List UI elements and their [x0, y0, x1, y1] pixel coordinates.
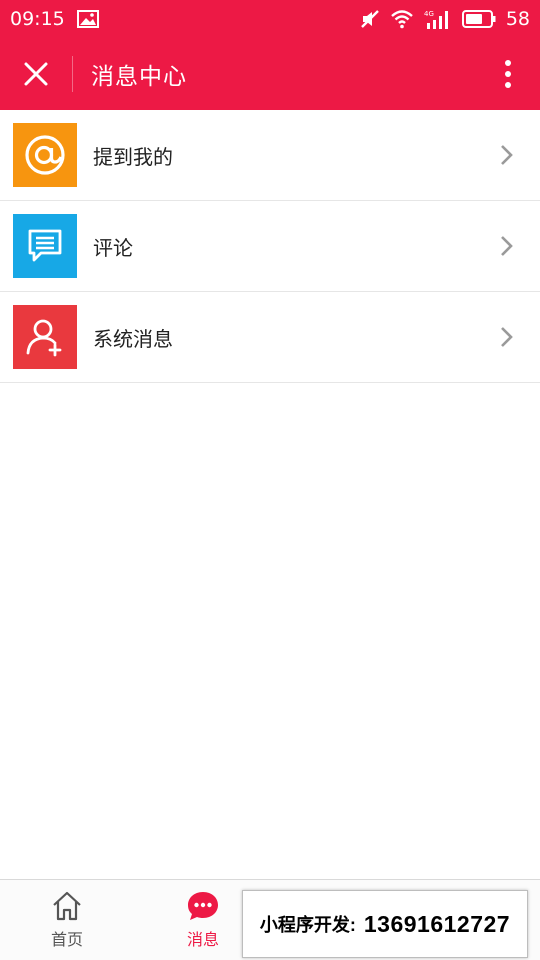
list-item-label: 系统消息: [93, 326, 173, 351]
status-time: 09:15: [10, 8, 65, 30]
list-item-label: 评论: [93, 235, 133, 260]
screen: 09:15 4G 58 消息中心 提到我的 评论 系统消息 首页 消息 小程序开…: [0, 0, 540, 960]
battery-level: 58: [505, 8, 530, 30]
more-vertical-icon: [505, 60, 511, 88]
list-item-system[interactable]: 系统消息: [0, 292, 540, 383]
status-right: 4G 58: [360, 8, 530, 30]
comments-icon-tile: [13, 214, 77, 278]
close-button[interactable]: [0, 38, 72, 110]
list-item-label: 提到我的: [93, 144, 173, 169]
promo-label: 小程序开发:: [259, 915, 356, 935]
tab-label: 消息: [186, 930, 219, 949]
status-left: 09:15: [10, 8, 99, 30]
home-icon: [53, 891, 81, 921]
signal-icon: 4G: [424, 8, 452, 30]
system-icon-tile: [13, 305, 77, 369]
wifi-icon: [390, 9, 414, 29]
list-item-comments[interactable]: 评论: [0, 201, 540, 292]
image-notification-icon: [76, 10, 99, 28]
page-title: 消息中心: [91, 64, 187, 90]
battery-icon: [461, 10, 496, 28]
tab-home[interactable]: 首页: [2, 880, 132, 960]
network-type: 4G: [424, 10, 434, 18]
chevron-right-icon: [500, 235, 514, 257]
comment-icon: [28, 229, 62, 262]
list-item-mentions[interactable]: 提到我的: [0, 110, 540, 201]
chevron-right-icon: [500, 326, 514, 348]
more-button[interactable]: [476, 38, 540, 110]
close-icon: [24, 62, 48, 86]
chevron-right-icon: [500, 144, 514, 166]
at-icon: [25, 135, 65, 175]
message-list: 提到我的 评论 系统消息: [0, 110, 540, 383]
mute-icon: [360, 9, 380, 29]
user-add-icon: [26, 319, 62, 357]
title-divider: [72, 56, 73, 92]
promo-overlay: 小程序开发: 13691612727: [242, 890, 528, 958]
tab-label: 首页: [50, 930, 83, 949]
title-bar: 消息中心: [0, 38, 540, 110]
chat-bubble-icon: [188, 892, 218, 920]
status-bar: 09:15 4G 58: [0, 0, 540, 38]
promo-phone-number: 13691612727: [363, 910, 511, 937]
mentions-icon-tile: [13, 123, 77, 187]
